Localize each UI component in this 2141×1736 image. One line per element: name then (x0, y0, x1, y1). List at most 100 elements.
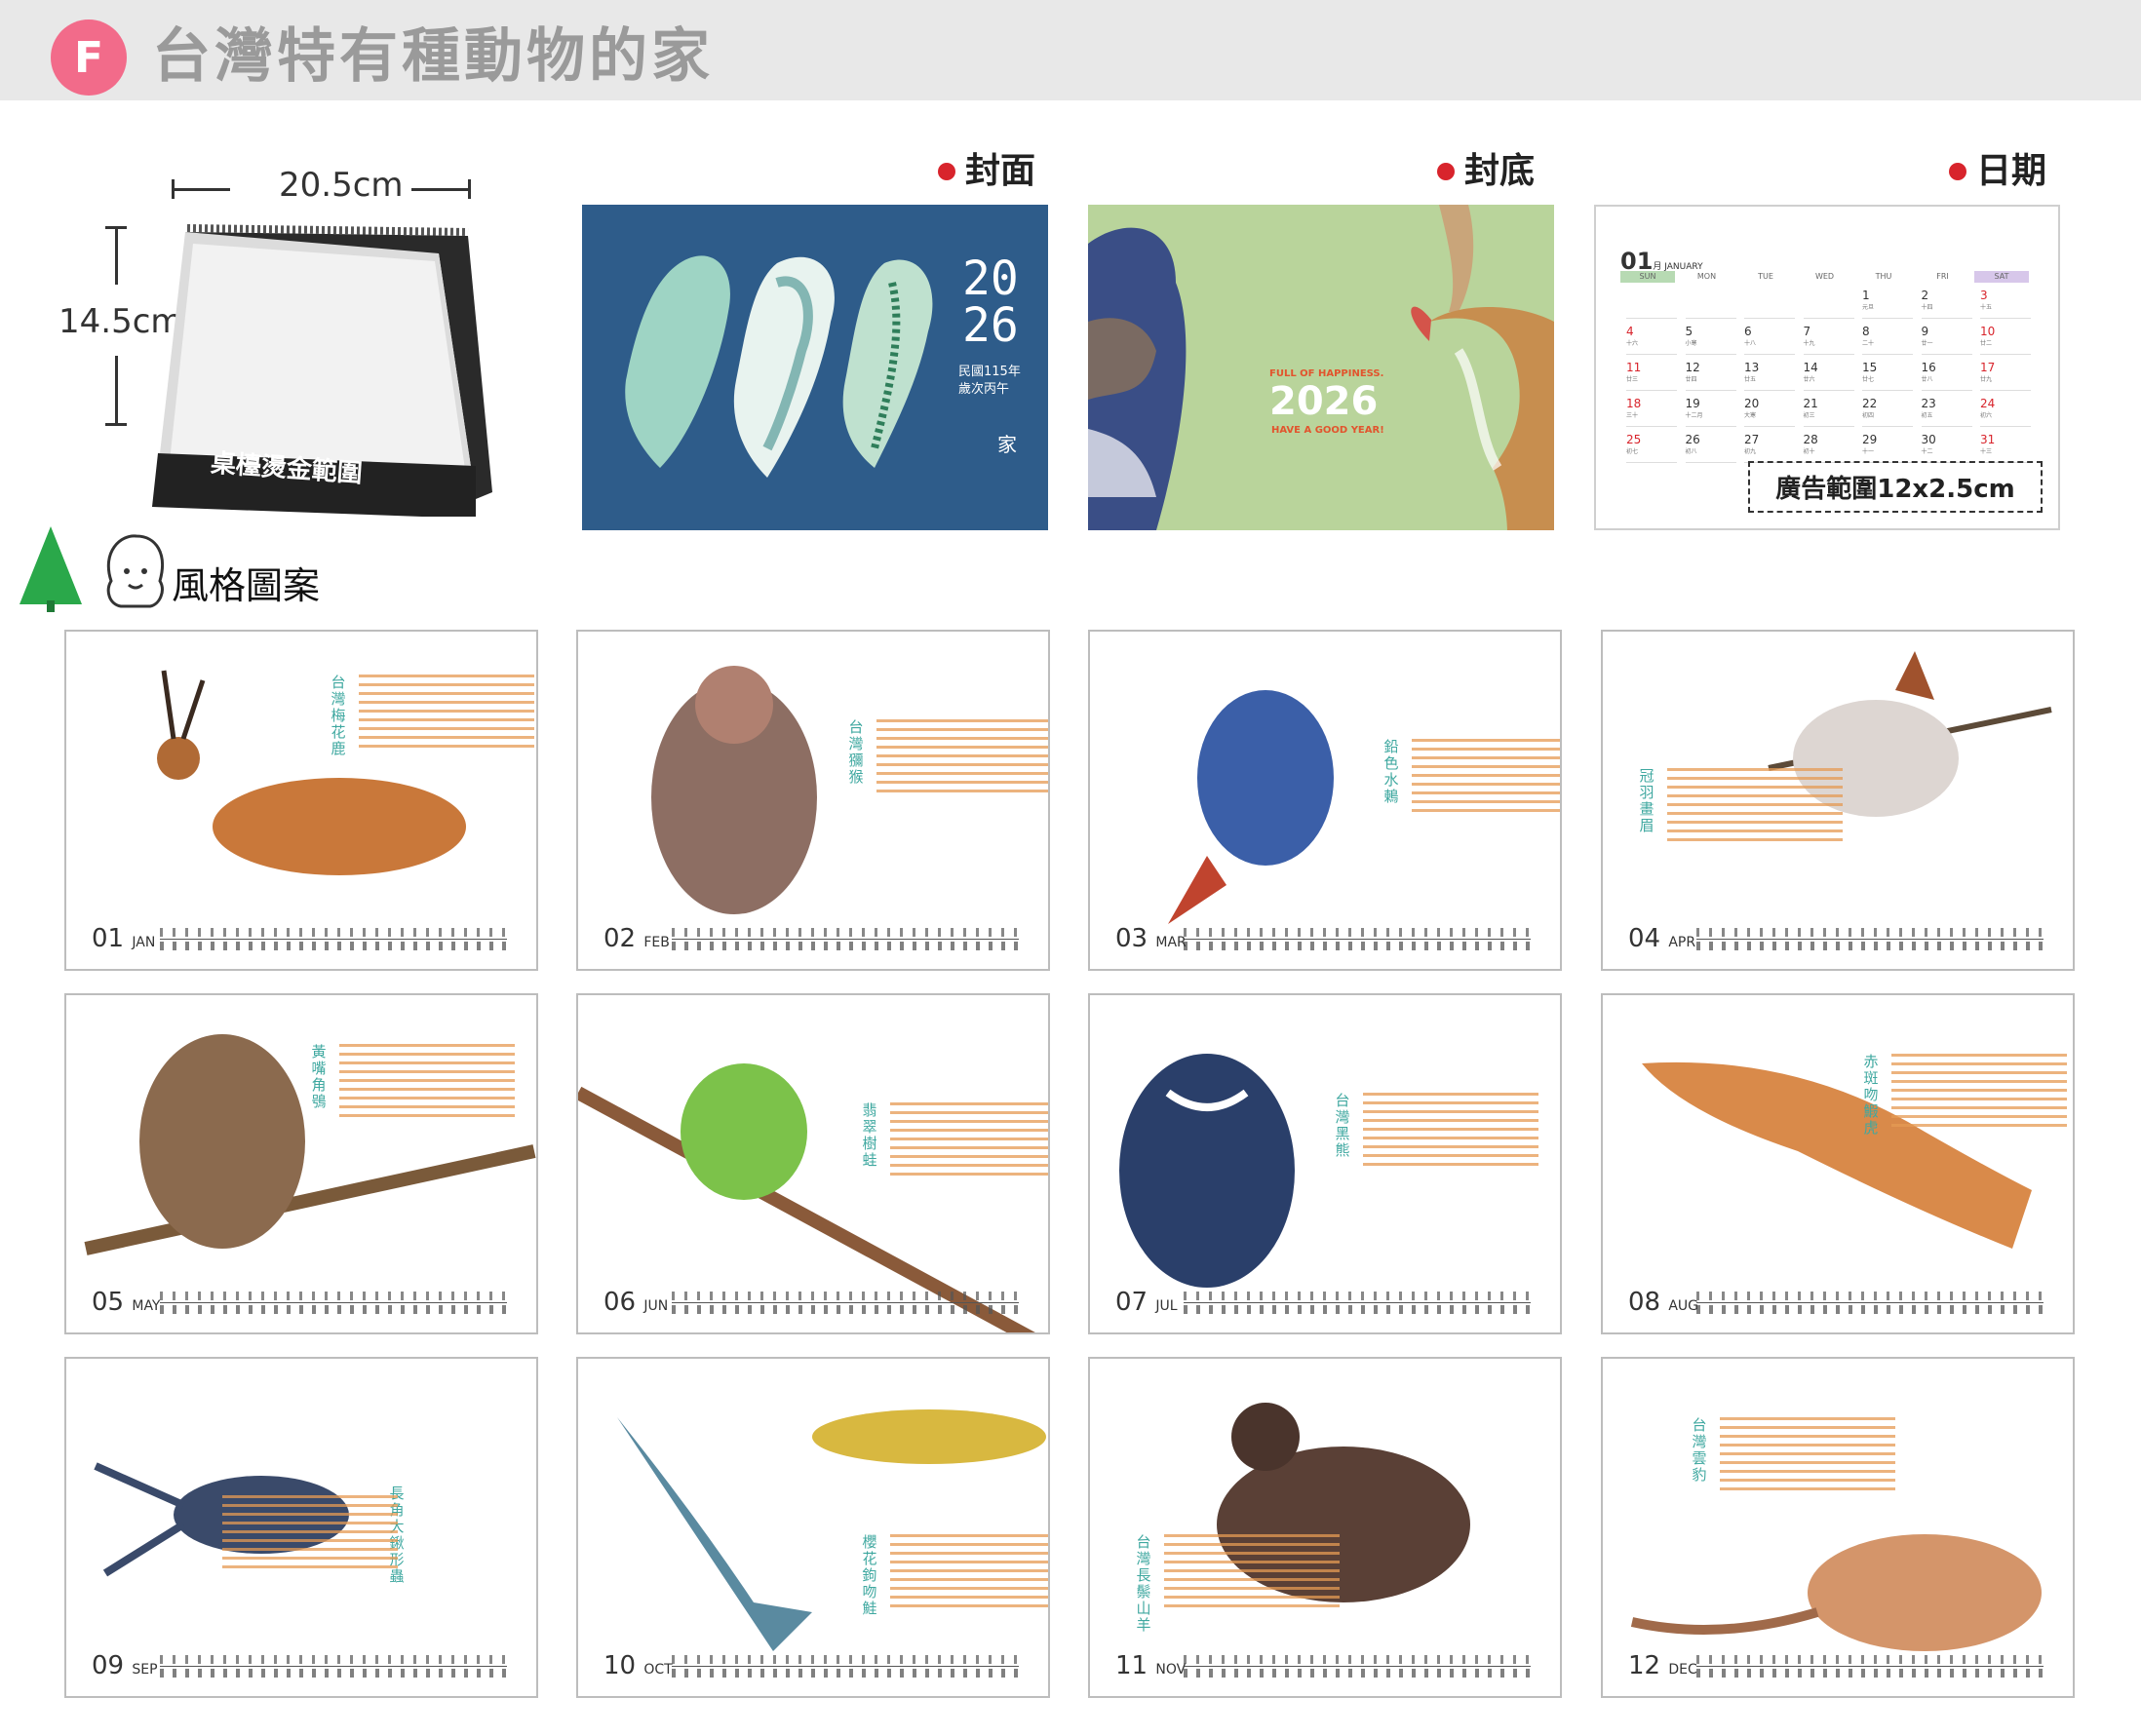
month-label: 12 DEC (1628, 1651, 1697, 1684)
date-number: 28 (1803, 433, 1818, 446)
date-number: 21 (1803, 397, 1818, 410)
month-card-feb: 台灣獼猴 02 FEB (576, 630, 1050, 971)
date-cell: 5 小寒 (1685, 325, 1736, 355)
date-cell: 2 十四 (1921, 289, 1972, 319)
animal-name: 台灣梅花鹿 (331, 674, 346, 757)
date-number: 4 (1626, 325, 1634, 338)
month-abbr: JUN (643, 1298, 669, 1314)
date-cell: 7 十九 (1803, 325, 1854, 355)
date-number: 26 (1685, 433, 1700, 446)
animal-name: 冠羽畫眉 (1639, 767, 1654, 834)
date-cell (1803, 289, 1854, 319)
date-strip (1184, 1292, 1531, 1315)
date-number: 22 (1862, 397, 1878, 410)
date-cell: 11 廿三 (1626, 361, 1677, 391)
month-label: 10 OCT (603, 1651, 673, 1684)
month-label: 01 JAN (92, 924, 155, 957)
date-cell: 31 十三 (1980, 433, 2031, 463)
month-label: 06 JUN (603, 1288, 668, 1321)
lunar-label: 初八 (1685, 448, 1697, 455)
date-cell: 22 初四 (1862, 397, 1913, 427)
date-cell: 30 十二 (1921, 433, 1972, 463)
bullet-dot-icon (938, 163, 955, 180)
date-number: 7 (1803, 325, 1811, 338)
lunar-label: 十二月 (1685, 412, 1703, 419)
lunar-label: 廿四 (1685, 376, 1697, 383)
date-number: 15 (1862, 361, 1878, 374)
month-card-jun: 翡翠樹蛙 06 JUN (576, 993, 1050, 1334)
lunar-label: 廿二 (1980, 340, 1993, 347)
month-number: 03 (1115, 924, 1148, 953)
date-number: 6 (1744, 325, 1752, 338)
date-cell: 29 十一 (1862, 433, 1913, 463)
lunar-label: 初五 (1921, 412, 1933, 419)
dim-tick-bottom (105, 423, 127, 426)
month-number: 02 (603, 924, 637, 953)
lunar-label: 廿九 (1980, 376, 1993, 383)
date-cell: 4 十六 (1626, 325, 1677, 355)
date-strip (1184, 1655, 1531, 1678)
back-year: 2026 (1269, 379, 1379, 424)
cover-preview: 20 26 民國115年 歲次丙午 家 (582, 205, 1048, 530)
month-abbr: MAY (132, 1298, 161, 1314)
date-cell: 6 十八 (1744, 325, 1795, 355)
cover-roc-year: 民國115年 (958, 365, 1021, 379)
width-label: 20.5cm (279, 166, 404, 205)
month-card-jul: 台灣黑熊 07 JUL (1088, 993, 1562, 1334)
month-label: 05 MAY (92, 1288, 160, 1321)
month-label: 03 MAR (1115, 924, 1187, 957)
cover-year-top: 20 (962, 251, 1019, 306)
description-text-block (222, 1495, 398, 1573)
month-abbr: OCT (643, 1662, 673, 1678)
date-cell: 27 初九 (1744, 433, 1795, 463)
date-number: 10 (1980, 325, 1996, 338)
date-number: 3 (1980, 289, 1988, 302)
lunar-label: 十八 (1744, 340, 1757, 347)
animal-name: 鉛色水鶇 (1383, 738, 1399, 805)
animal-illustration (1630, 1534, 2042, 1651)
month-card-nov: 台灣長鬃山羊 11 NOV (1088, 1357, 1562, 1698)
date-strip (672, 1292, 1019, 1315)
lunar-label: 大寒 (1744, 412, 1757, 419)
lunar-label: 十四 (1921, 304, 1933, 311)
month-label: 02 FEB (603, 924, 670, 957)
description-text-block (1363, 1093, 1538, 1171)
label-back: 封底 (1437, 150, 1535, 193)
date-cell: 20 大寒 (1744, 397, 1795, 427)
month-card-apr: 冠羽畫眉 04 APR (1601, 630, 2075, 971)
lunar-label: 廿三 (1626, 376, 1639, 383)
date-strip (160, 928, 507, 951)
lunar-label: 二十 (1862, 340, 1875, 347)
date-cell: 18 三十 (1626, 397, 1677, 427)
date-cell: 19 十二月 (1685, 397, 1736, 427)
month-abbr: APR (1668, 935, 1696, 950)
animal-illustration (651, 666, 817, 914)
date-number: 19 (1685, 397, 1700, 410)
month-label: 09 SEP (92, 1651, 158, 1684)
month-card-jan: 台灣梅花鹿 01 JAN (64, 630, 538, 971)
bullet-dot-icon (1437, 163, 1455, 180)
date-cell: 12 廿四 (1685, 361, 1736, 391)
lunar-label: 元旦 (1862, 304, 1875, 311)
description-text-block (339, 1044, 515, 1122)
date-number: 17 (1980, 361, 1996, 374)
ad-area-box: 廣告範圍12x2.5cm (1748, 461, 2043, 513)
lunar-label: 初九 (1744, 448, 1757, 455)
date-cell: 21 初三 (1803, 397, 1854, 427)
month-label: 07 JUL (1115, 1288, 1178, 1321)
date-number: 16 (1921, 361, 1936, 374)
lunar-label: 廿一 (1921, 340, 1933, 347)
month-abbr: MAR (1155, 935, 1187, 950)
date-cell: 17 廿九 (1980, 361, 2031, 391)
date-strip (672, 1655, 1019, 1678)
month-number: 07 (1115, 1288, 1148, 1317)
month-number: 06 (603, 1288, 637, 1317)
month-number: 05 (92, 1288, 125, 1317)
date-cell: 25 初七 (1626, 433, 1677, 463)
lunar-label: 廿八 (1921, 376, 1933, 383)
lunar-label: 十二 (1921, 448, 1933, 455)
date-cell: 10 廿二 (1980, 325, 2031, 355)
date-strip (160, 1655, 507, 1678)
date-number: 5 (1685, 325, 1693, 338)
label-date: 日期 (1949, 150, 2046, 193)
